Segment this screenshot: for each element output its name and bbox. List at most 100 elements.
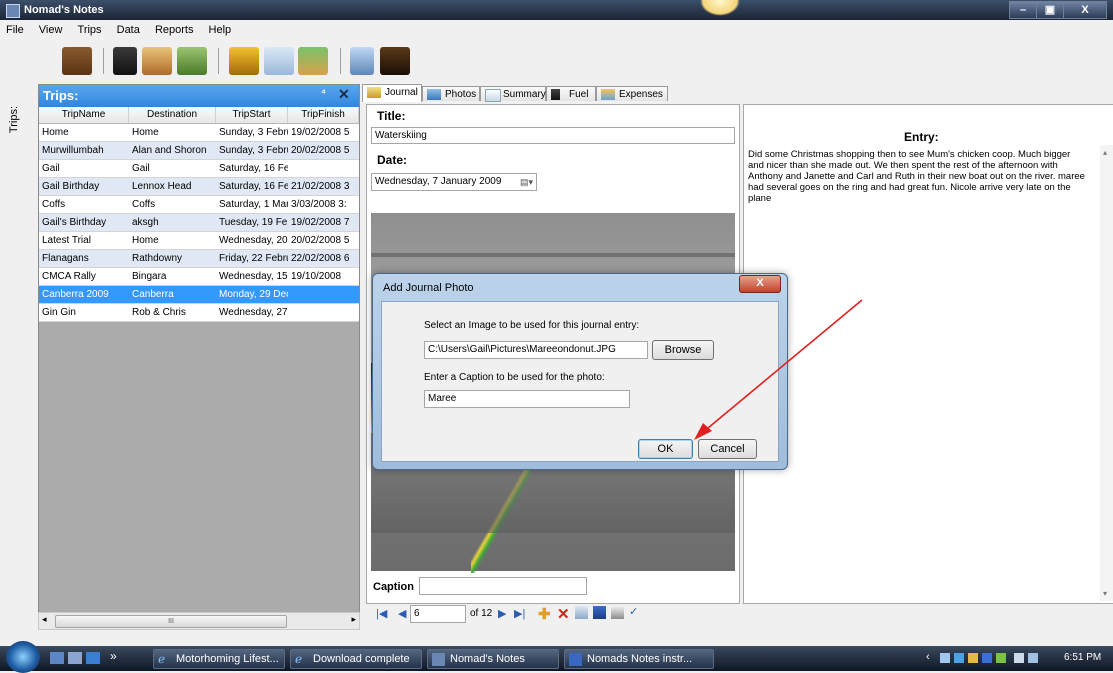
- clock[interactable]: 6:51 PM: [1064, 652, 1101, 663]
- tray-security-icon[interactable]: [968, 653, 978, 663]
- calendar-dropdown-icon[interactable]: ▤▾: [520, 174, 533, 190]
- dialog-close-button[interactable]: X: [739, 275, 781, 293]
- minimize-button[interactable]: –: [1009, 1, 1037, 19]
- table-cell: Friday, 22 Februa...: [219, 253, 288, 264]
- table-cell: Wednesday, 20 F...: [219, 235, 288, 246]
- table-cell: Rathdowny: [132, 253, 183, 264]
- scroll-down-icon[interactable]: ▾: [1103, 589, 1107, 598]
- taskbar-item-motorhoming[interactable]: ℯ Motorhoming Lifest...: [153, 649, 285, 669]
- menu-view[interactable]: View: [33, 20, 69, 36]
- table-cell: Wednesday, 15 ...: [219, 271, 288, 282]
- tray-volume-icon[interactable]: [1028, 653, 1038, 663]
- menu-trips[interactable]: Trips: [72, 20, 108, 36]
- table-cell: Lennox Head: [132, 181, 192, 192]
- spell-check-icon[interactable]: ✓: [629, 605, 638, 618]
- table-row[interactable]: Home Home Sunday, 3 Februa...19/02/2008 5: [39, 124, 359, 142]
- caption-input[interactable]: [419, 577, 587, 595]
- tray-power-icon[interactable]: [996, 653, 1006, 663]
- switch-windows-icon[interactable]: [68, 652, 82, 664]
- close-button[interactable]: X: [1063, 1, 1107, 19]
- trips-side-tab[interactable]: Trips:: [0, 82, 36, 627]
- move-previous-icon[interactable]: ◀: [398, 607, 406, 620]
- table-row[interactable]: Canberra 2009 Canberra Monday, 29 Dec...: [39, 286, 359, 304]
- picture-icon[interactable]: [575, 606, 588, 619]
- table-row[interactable]: Gail Birthday Lennox Head Saturday, 16 Feb…: [39, 178, 359, 196]
- browse-button[interactable]: Browse: [652, 340, 714, 360]
- tab-expenses[interactable]: Expenses: [596, 86, 668, 101]
- column-header-tripfinish[interactable]: TripFinish: [288, 107, 359, 123]
- island-icon[interactable]: [298, 47, 328, 75]
- table-row[interactable]: Murwillumbah Alan and Shoron Sunday, 3 Feb…: [39, 142, 359, 160]
- table-row[interactable]: Latest Trial Home Wednesday, 20 F...20/02/…: [39, 232, 359, 250]
- image-path-input[interactable]: C:\Users\Gail\Pictures\Mareeondonut.JPG: [424, 341, 648, 359]
- scroll-thumb[interactable]: III: [55, 615, 287, 628]
- entry-scrollbar[interactable]: ▴ ▾: [1100, 145, 1113, 601]
- start-orb-icon[interactable]: [6, 641, 40, 673]
- taskbar-item-download-complete[interactable]: ℯ Download complete: [290, 649, 422, 669]
- title-input[interactable]: Waterskiing: [371, 127, 735, 144]
- maximize-button[interactable]: ▣: [1036, 1, 1064, 19]
- money-icon[interactable]: [177, 47, 207, 75]
- menu-help[interactable]: Help: [203, 20, 238, 36]
- move-first-icon[interactable]: |◀: [376, 607, 387, 620]
- table-cell: Saturday, 1 Marc...: [219, 199, 288, 210]
- motorhome-icon[interactable]: [229, 47, 259, 75]
- taskbar-item-nomads-notes[interactable]: Nomad's Notes: [427, 649, 559, 669]
- scroll-left-icon[interactable]: ◂: [42, 614, 47, 625]
- move-next-icon[interactable]: ▶: [498, 607, 506, 620]
- tray-network-icon[interactable]: [940, 653, 950, 663]
- table-row[interactable]: Gin Gin Rob & Chris Wednesday, 27 ...: [39, 304, 359, 322]
- show-desktop-icon[interactable]: [50, 652, 64, 664]
- tray-messenger-icon[interactable]: [1014, 653, 1024, 663]
- column-header-tripstart[interactable]: TripStart: [216, 107, 288, 123]
- entry-textarea[interactable]: Did some Christmas shopping then to see …: [748, 149, 1086, 204]
- taskbar-item-nomads-notes-instructions[interactable]: Nomads Notes instr...: [564, 649, 714, 669]
- menu-data[interactable]: Data: [111, 20, 146, 36]
- pin-icon[interactable]: ⁴: [321, 88, 326, 99]
- television-icon[interactable]: [380, 47, 410, 75]
- date-picker[interactable]: Wednesday, 7 January 2009 ▤▾: [371, 173, 537, 191]
- save-icon[interactable]: [593, 606, 606, 619]
- pointer-help-icon[interactable]: [350, 47, 374, 75]
- tray-expand-icon[interactable]: ‹: [926, 651, 930, 663]
- caption-label: Caption: [373, 581, 414, 593]
- house-icon[interactable]: [142, 47, 172, 75]
- position-input[interactable]: 6: [410, 605, 466, 623]
- tab-photos[interactable]: Photos: [422, 86, 480, 101]
- ok-button[interactable]: OK: [638, 439, 693, 459]
- print-icon[interactable]: [611, 606, 624, 619]
- table-row[interactable]: Coffs Coffs Saturday, 1 Marc...3/03/2008 3…: [39, 196, 359, 214]
- table-cell: 22/02/2008 6: [291, 253, 350, 264]
- scroll-up-icon[interactable]: ▴: [1103, 148, 1107, 157]
- tab-fuel[interactable]: Fuel: [546, 86, 596, 101]
- grid-header-row: TripName Destination TripStart TripFinis…: [39, 107, 359, 124]
- scroll-right-icon[interactable]: ▸: [351, 614, 356, 625]
- dialog-caption-input[interactable]: Maree: [424, 390, 630, 408]
- table-row[interactable]: CMCA Rally Bingara Wednesday, 15 ...19/10/…: [39, 268, 359, 286]
- tab-summary[interactable]: Summary: [480, 86, 546, 102]
- delete-icon[interactable]: ✕: [557, 605, 570, 623]
- tab-journal[interactable]: Journal: [362, 84, 422, 102]
- trips-horizontal-scrollbar[interactable]: ◂ III ▸: [38, 612, 360, 630]
- table-row[interactable]: Gail's Birthday aksgh Tuesday, 19 Febr...1…: [39, 214, 359, 232]
- fuel-pump-icon[interactable]: [113, 47, 137, 75]
- menu-reports[interactable]: Reports: [149, 20, 200, 36]
- quicklaunch-chevron[interactable]: »: [110, 649, 117, 663]
- table-row[interactable]: Gail Gail Saturday, 16 Febr...: [39, 160, 359, 178]
- close-panel-icon[interactable]: ✕: [338, 86, 350, 103]
- add-new-icon[interactable]: ✚: [538, 605, 551, 623]
- tray-bluetooth-icon[interactable]: [982, 653, 992, 663]
- column-header-tripname[interactable]: TripName: [39, 107, 129, 123]
- taskbar-item-label: Download complete: [313, 653, 410, 665]
- table-cell: Gin Gin: [42, 307, 76, 318]
- briefcase-icon[interactable]: [62, 47, 92, 75]
- column-header-destination[interactable]: Destination: [129, 107, 216, 123]
- menu-file[interactable]: File: [0, 20, 30, 36]
- table-row[interactable]: Flanagans Rathdowny Friday, 22 Februa...22…: [39, 250, 359, 268]
- media-player-icon[interactable]: [86, 652, 100, 664]
- table-cell: Home: [132, 235, 159, 246]
- cancel-button[interactable]: Cancel: [698, 439, 757, 459]
- move-last-icon[interactable]: ▶|: [514, 607, 525, 620]
- tray-display-icon[interactable]: [954, 653, 964, 663]
- calendar-icon[interactable]: [264, 47, 294, 75]
